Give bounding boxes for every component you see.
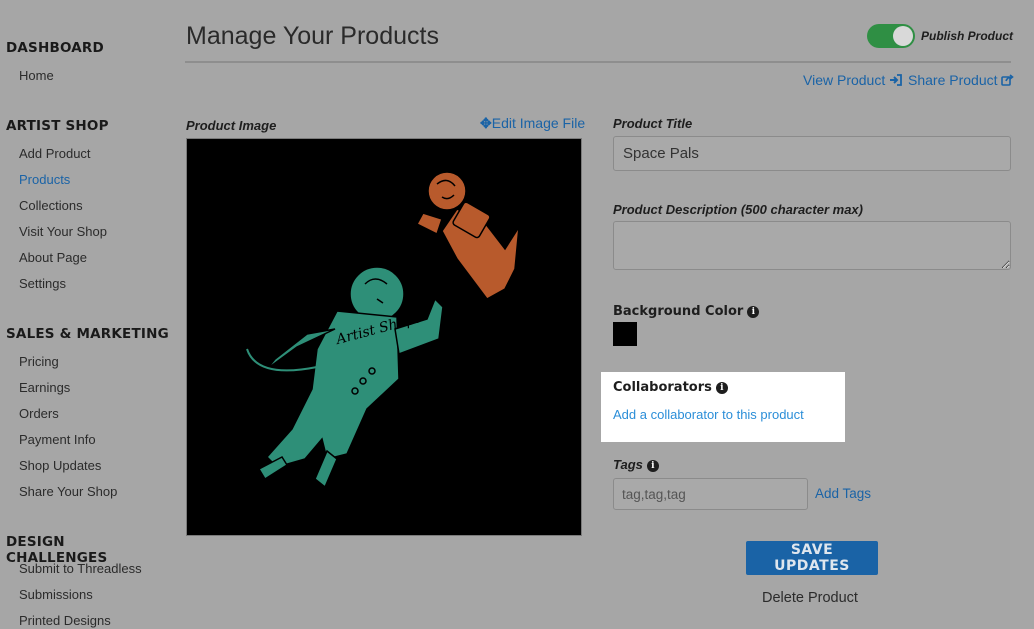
space-pals-artwork: Artist Shops [246,171,520,489]
delete-product-link[interactable]: Delete Product [762,590,858,606]
sidebar-item-products[interactable]: Products [19,172,70,187]
collaborators-label-row: Collaborators i [613,378,728,396]
share-product-label: Share Product [908,72,998,88]
product-description-label: Product Description (500 character max) [613,202,863,217]
product-description-textarea[interactable] [613,221,1011,270]
sidebar-item-submissions[interactable]: Submissions [19,587,93,602]
save-updates-button[interactable]: SAVE UPDATES [746,541,878,575]
sidebar-section-sales-marketing: SALES & MARKETING [6,326,169,342]
sidebar-item-home[interactable]: Home [19,68,54,83]
add-collaborator-link[interactable]: Add a collaborator to this product [613,407,804,422]
dog-illustration [415,171,520,300]
sidebar-item-orders[interactable]: Orders [19,406,59,421]
edit-image-link[interactable]: ✥Edit Image File [480,115,585,132]
sidebar-item-about-page[interactable]: About Page [19,250,87,265]
info-icon[interactable]: i [646,460,659,472]
sidebar-item-add-product[interactable]: Add Product [19,146,91,161]
tags-label: Tags [613,457,643,472]
product-image: Artist Shops [186,138,582,536]
sidebar-section-artist-shop: ARTIST SHOP [6,118,109,134]
header-divider [185,61,1011,63]
sidebar-item-share-your-shop[interactable]: Share Your Shop [19,484,117,499]
background-color-label: Background Color [613,304,744,319]
background-color-swatch[interactable] [613,322,637,346]
sidebar-item-visit-your-shop[interactable]: Visit Your Shop [19,224,107,239]
publish-label: Publish Product [921,29,1014,43]
background-color-label-row: Background Color i [613,302,760,320]
publish-toggle[interactable] [867,24,915,48]
tags-input[interactable] [613,478,808,510]
share-product-link[interactable]: Share Product [908,72,1015,88]
sidebar-section-dashboard: DASHBOARD [6,40,104,56]
info-icon[interactable]: i [715,382,728,394]
collaborators-label: Collaborators [613,380,712,395]
product-title-label: Product Title [613,116,693,131]
tags-label-row: Tags i [613,456,659,474]
add-tags-link[interactable]: Add Tags [815,486,871,501]
product-title-input[interactable] [613,136,1011,171]
sidebar-item-settings[interactable]: Settings [19,276,66,291]
toggle-knob [893,26,913,46]
collaborators-panel: Collaborators i Add a collaborator to thi… [601,372,845,442]
product-image-label: Product Image [186,118,277,133]
sign-in-icon [890,74,903,86]
sidebar-item-pricing[interactable]: Pricing [19,354,59,369]
view-product-link[interactable]: View Product [803,72,903,88]
view-product-label: View Product [803,72,886,88]
sidebar-item-printed-designs[interactable]: Printed Designs [19,613,111,628]
share-square-icon [1001,74,1015,86]
info-icon[interactable]: i [747,306,760,318]
page-title: Manage Your Products [186,22,439,50]
astronaut-illustration [257,266,444,489]
move-icon: ✥ [480,115,492,131]
sidebar-item-shop-updates[interactable]: Shop Updates [19,458,101,473]
sidebar-item-earnings[interactable]: Earnings [19,380,70,395]
sidebar-item-collections[interactable]: Collections [19,198,83,213]
edit-image-label: Edit Image File [491,115,586,131]
sidebar-item-submit-to-threadless[interactable]: Submit to Threadless [19,561,142,576]
sidebar-item-payment-info[interactable]: Payment Info [19,432,96,447]
